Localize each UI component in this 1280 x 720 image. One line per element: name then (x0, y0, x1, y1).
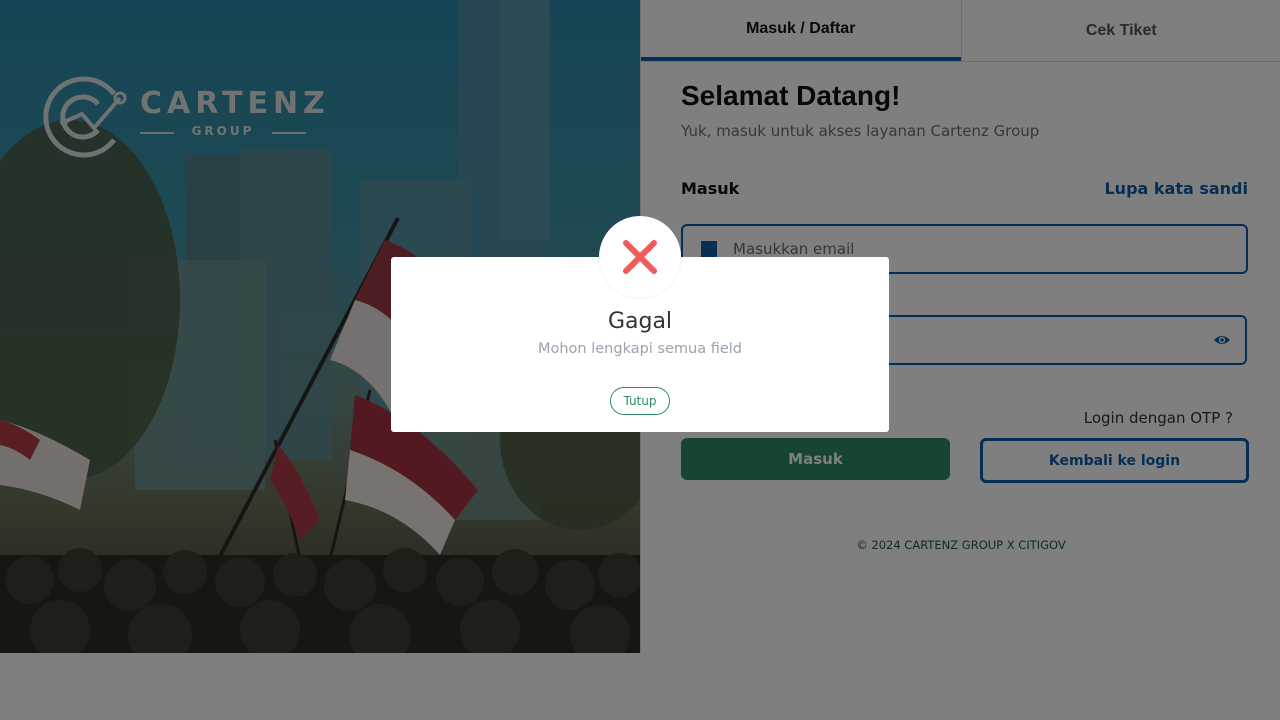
close-dialog-button[interactable]: Tutup (610, 387, 670, 415)
dialog-title: Gagal (607, 309, 673, 334)
error-x-icon (623, 240, 657, 274)
dialog-message: Mohon lengkapi semua field (537, 341, 743, 357)
error-icon-badge (599, 216, 681, 298)
